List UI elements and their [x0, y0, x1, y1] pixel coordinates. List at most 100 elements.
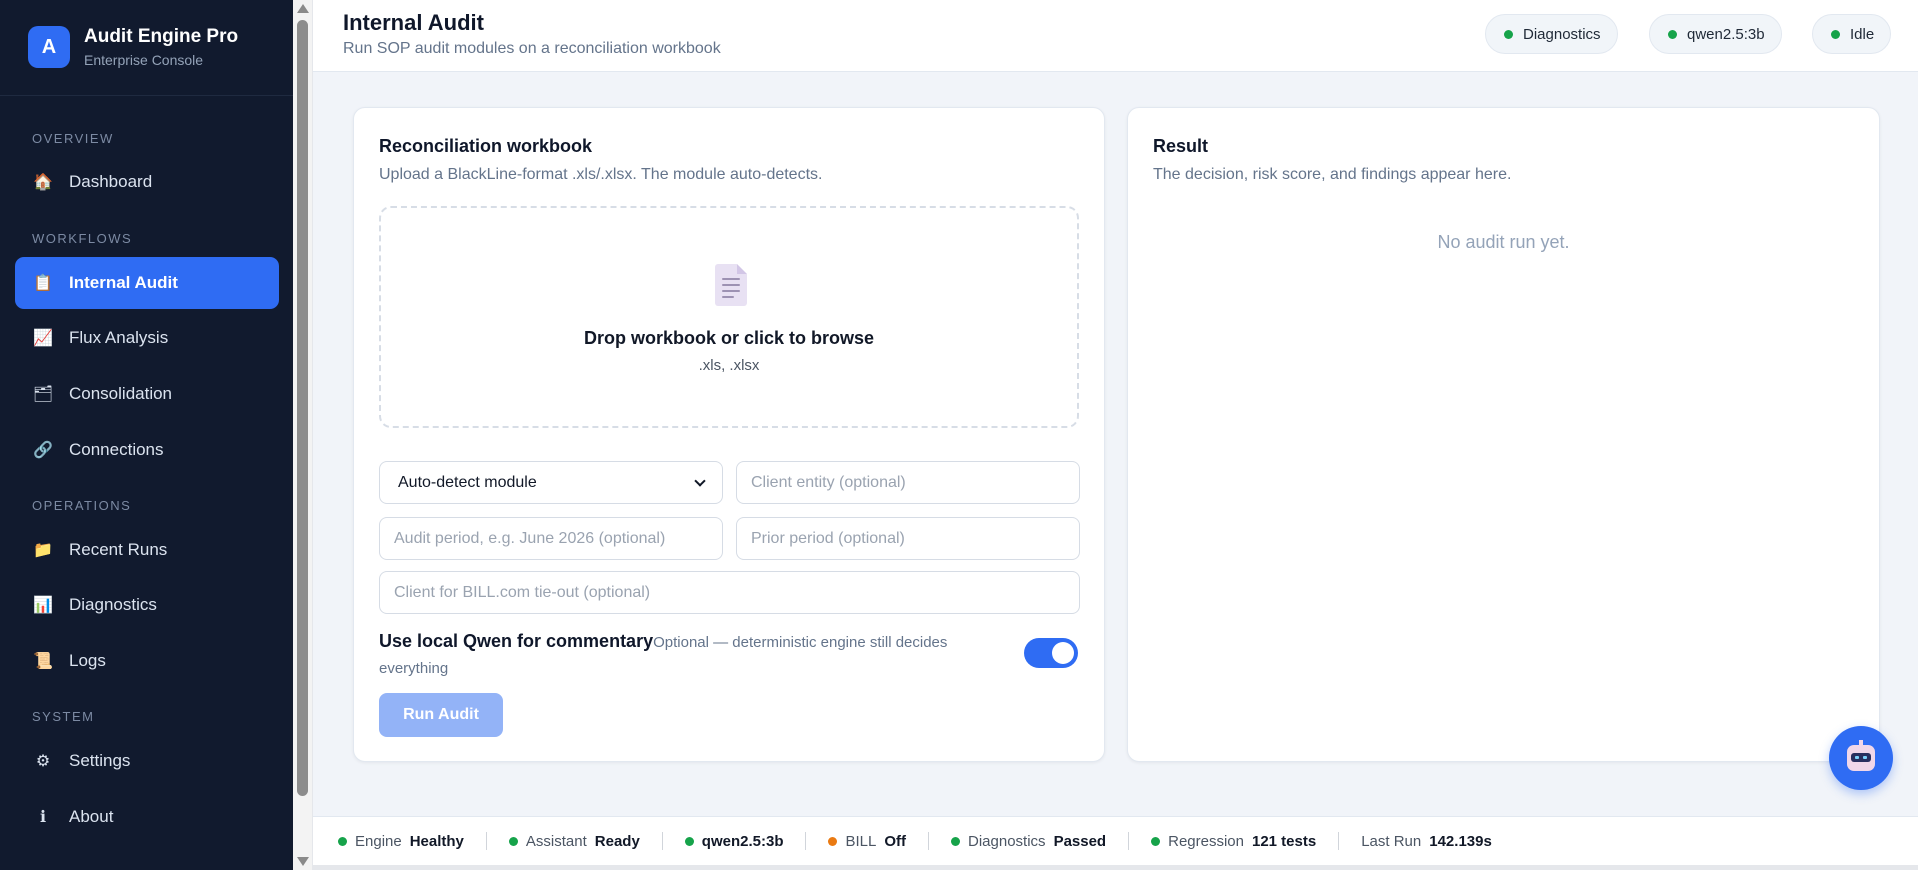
status-dot: [338, 836, 347, 846]
qwen-toggle-title: Use local Qwen for commentary: [379, 631, 654, 651]
status-regression: Regression 121 tests: [1151, 832, 1340, 850]
status-dot: [1831, 29, 1840, 39]
sidebar-item-consolidation[interactable]: 🗂 Consolidation: [15, 368, 279, 420]
status-label: Regression: [1168, 832, 1244, 850]
status-value: qwen2.5:3b: [701, 832, 784, 850]
sidebar-item-connections[interactable]: 🔗 Connections: [15, 424, 279, 476]
info-icon: ℹ: [39, 809, 47, 826]
page-subtitle: Run SOP audit modules on a reconciliatio…: [343, 40, 721, 57]
card-title: Result: [1153, 136, 1209, 156]
sidebar-item-label: Flux Analysis: [69, 328, 169, 347]
status-bill: BILL Off: [828, 832, 930, 850]
card-index-dividers-icon: 🗂: [32, 386, 54, 403]
sidebar-item-label: About: [69, 807, 114, 826]
status-dot: [1504, 29, 1513, 39]
sidebar-item-label: Dashboard: [69, 172, 153, 191]
document-icon: [715, 264, 747, 306]
dropzone-title: Drop workbook or click to browse: [583, 328, 875, 348]
card-subtitle: Upload a BlackLine-format .xls/.xlsx. Th…: [379, 166, 823, 183]
clipboard-icon: 📋: [33, 275, 53, 292]
sidebar-item-dashboard[interactable]: 🏠 Dashboard: [15, 156, 279, 208]
qwen-toggle-switch[interactable]: [1024, 638, 1078, 668]
status-dot: [1668, 29, 1677, 39]
file-dropzone[interactable]: Drop workbook or click to browse .xls, .…: [379, 206, 1079, 428]
status-pill-diagnostics[interactable]: Diagnostics: [1485, 14, 1618, 54]
scroll-down-arrow-icon[interactable]: [297, 857, 309, 866]
client-entity-input[interactable]: Client entity (optional): [736, 461, 1080, 504]
gear-icon: ⚙: [35, 753, 51, 770]
module-select-value: Auto-detect module: [398, 473, 537, 491]
window-bottom-edge: [313, 865, 1918, 870]
chart-increasing-icon: 📈: [33, 330, 53, 347]
chevron-down-icon: [694, 474, 706, 487]
status-model: qwen2.5:3b: [684, 832, 807, 850]
status-dot: [684, 836, 694, 846]
empty-state-message: No audit run yet.: [1437, 232, 1570, 252]
page-title: Internal Audit: [343, 10, 484, 35]
module-select[interactable]: Auto-detect module: [379, 461, 723, 504]
status-label: Last Run: [1361, 832, 1422, 850]
status-value: Passed: [1053, 832, 1107, 850]
status-assistant: Assistant Ready: [508, 832, 663, 850]
sidebar-item-label: Settings: [69, 751, 131, 770]
sidebar-item-label: Recent Runs: [69, 540, 168, 559]
sidebar-item-about[interactable]: ℹ About: [15, 791, 279, 843]
sidebar-item-label: Diagnostics: [69, 595, 157, 614]
status-value: 121 tests: [1251, 832, 1317, 850]
status-value: Healthy: [409, 832, 464, 850]
pill-label: Diagnostics: [1523, 25, 1601, 43]
section-label-overview: OVERVIEW: [32, 131, 114, 146]
bill-client-input[interactable]: Client for BILL.com tie-out (optional): [379, 571, 1080, 614]
sidebar-item-diagnostics[interactable]: 📊 Diagnostics: [15, 579, 279, 631]
page-header: Internal Audit Run SOP audit modules on …: [313, 0, 1918, 72]
status-value: 142.139s: [1429, 832, 1492, 850]
pill-label: Idle: [1850, 25, 1875, 43]
status-engine: Engine Healthy: [338, 832, 487, 850]
sidebar-scrollbar[interactable]: [293, 0, 313, 870]
toggle-knob: [1052, 642, 1074, 664]
card-subtitle: The decision, risk score, and findings a…: [1153, 166, 1512, 183]
robot-icon: [1847, 740, 1875, 771]
section-label-workflows: WORKFLOWS: [32, 231, 133, 246]
status-label: BILL: [845, 832, 877, 850]
result-card: Result The decision, risk score, and fin…: [1127, 107, 1880, 762]
status-pill-idle[interactable]: Idle: [1812, 14, 1892, 54]
section-label-system: SYSTEM: [32, 709, 95, 724]
sidebar-item-logs[interactable]: 📜 Logs: [15, 635, 279, 687]
sidebar: A Audit Engine Pro Enterprise Console OV…: [0, 0, 293, 870]
app-logo: A: [28, 26, 70, 68]
scroll-icon: 📜: [33, 653, 53, 670]
status-dot: [951, 836, 961, 846]
dropzone-hint: .xls, .xlsx: [698, 357, 760, 374]
pill-label: qwen2.5:3b: [1687, 25, 1765, 43]
house-icon: 🏠: [33, 174, 53, 191]
sidebar-item-settings[interactable]: ⚙ Settings: [15, 735, 279, 787]
status-value: Off: [884, 832, 907, 850]
bar-chart-icon: 📊: [33, 597, 53, 614]
status-diagnostics: Diagnostics Passed: [951, 832, 1130, 850]
card-title: Reconciliation workbook: [379, 136, 593, 156]
scrollbar-thumb[interactable]: [297, 20, 308, 796]
status-dot: [1151, 836, 1161, 846]
sidebar-item-label: Connections: [69, 440, 164, 459]
sidebar-item-label: Consolidation: [69, 384, 173, 403]
sidebar-item-flux-analysis[interactable]: 📈 Flux Analysis: [15, 312, 279, 364]
prior-period-input[interactable]: Prior period (optional): [736, 517, 1080, 560]
status-label: Engine: [355, 832, 402, 850]
sidebar-item-recent-runs[interactable]: 📁 Recent Runs: [15, 524, 279, 576]
run-audit-button[interactable]: Run Audit: [379, 693, 503, 737]
assistant-fab-button[interactable]: [1829, 726, 1893, 790]
brand: A Audit Engine Pro Enterprise Console: [28, 26, 238, 68]
sidebar-item-internal-audit[interactable]: 📋 Internal Audit: [15, 257, 279, 309]
folder-icon: 📁: [33, 542, 53, 559]
app-subtitle: Enterprise Console: [84, 52, 204, 68]
status-last-run: Last Run 142.139s: [1361, 832, 1514, 850]
status-pill-model[interactable]: qwen2.5:3b: [1649, 14, 1782, 54]
audit-period-input[interactable]: Audit period, e.g. June 2026 (optional): [379, 517, 723, 560]
status-dot: [508, 836, 518, 846]
workbook-card: Reconciliation workbook Upload a BlackLi…: [353, 107, 1105, 762]
status-dot: [828, 836, 838, 846]
link-icon: 🔗: [33, 442, 53, 459]
qwen-toggle-row: Use local Qwen for commentaryOptional — …: [379, 628, 1079, 682]
scroll-up-arrow-icon[interactable]: [297, 4, 309, 13]
